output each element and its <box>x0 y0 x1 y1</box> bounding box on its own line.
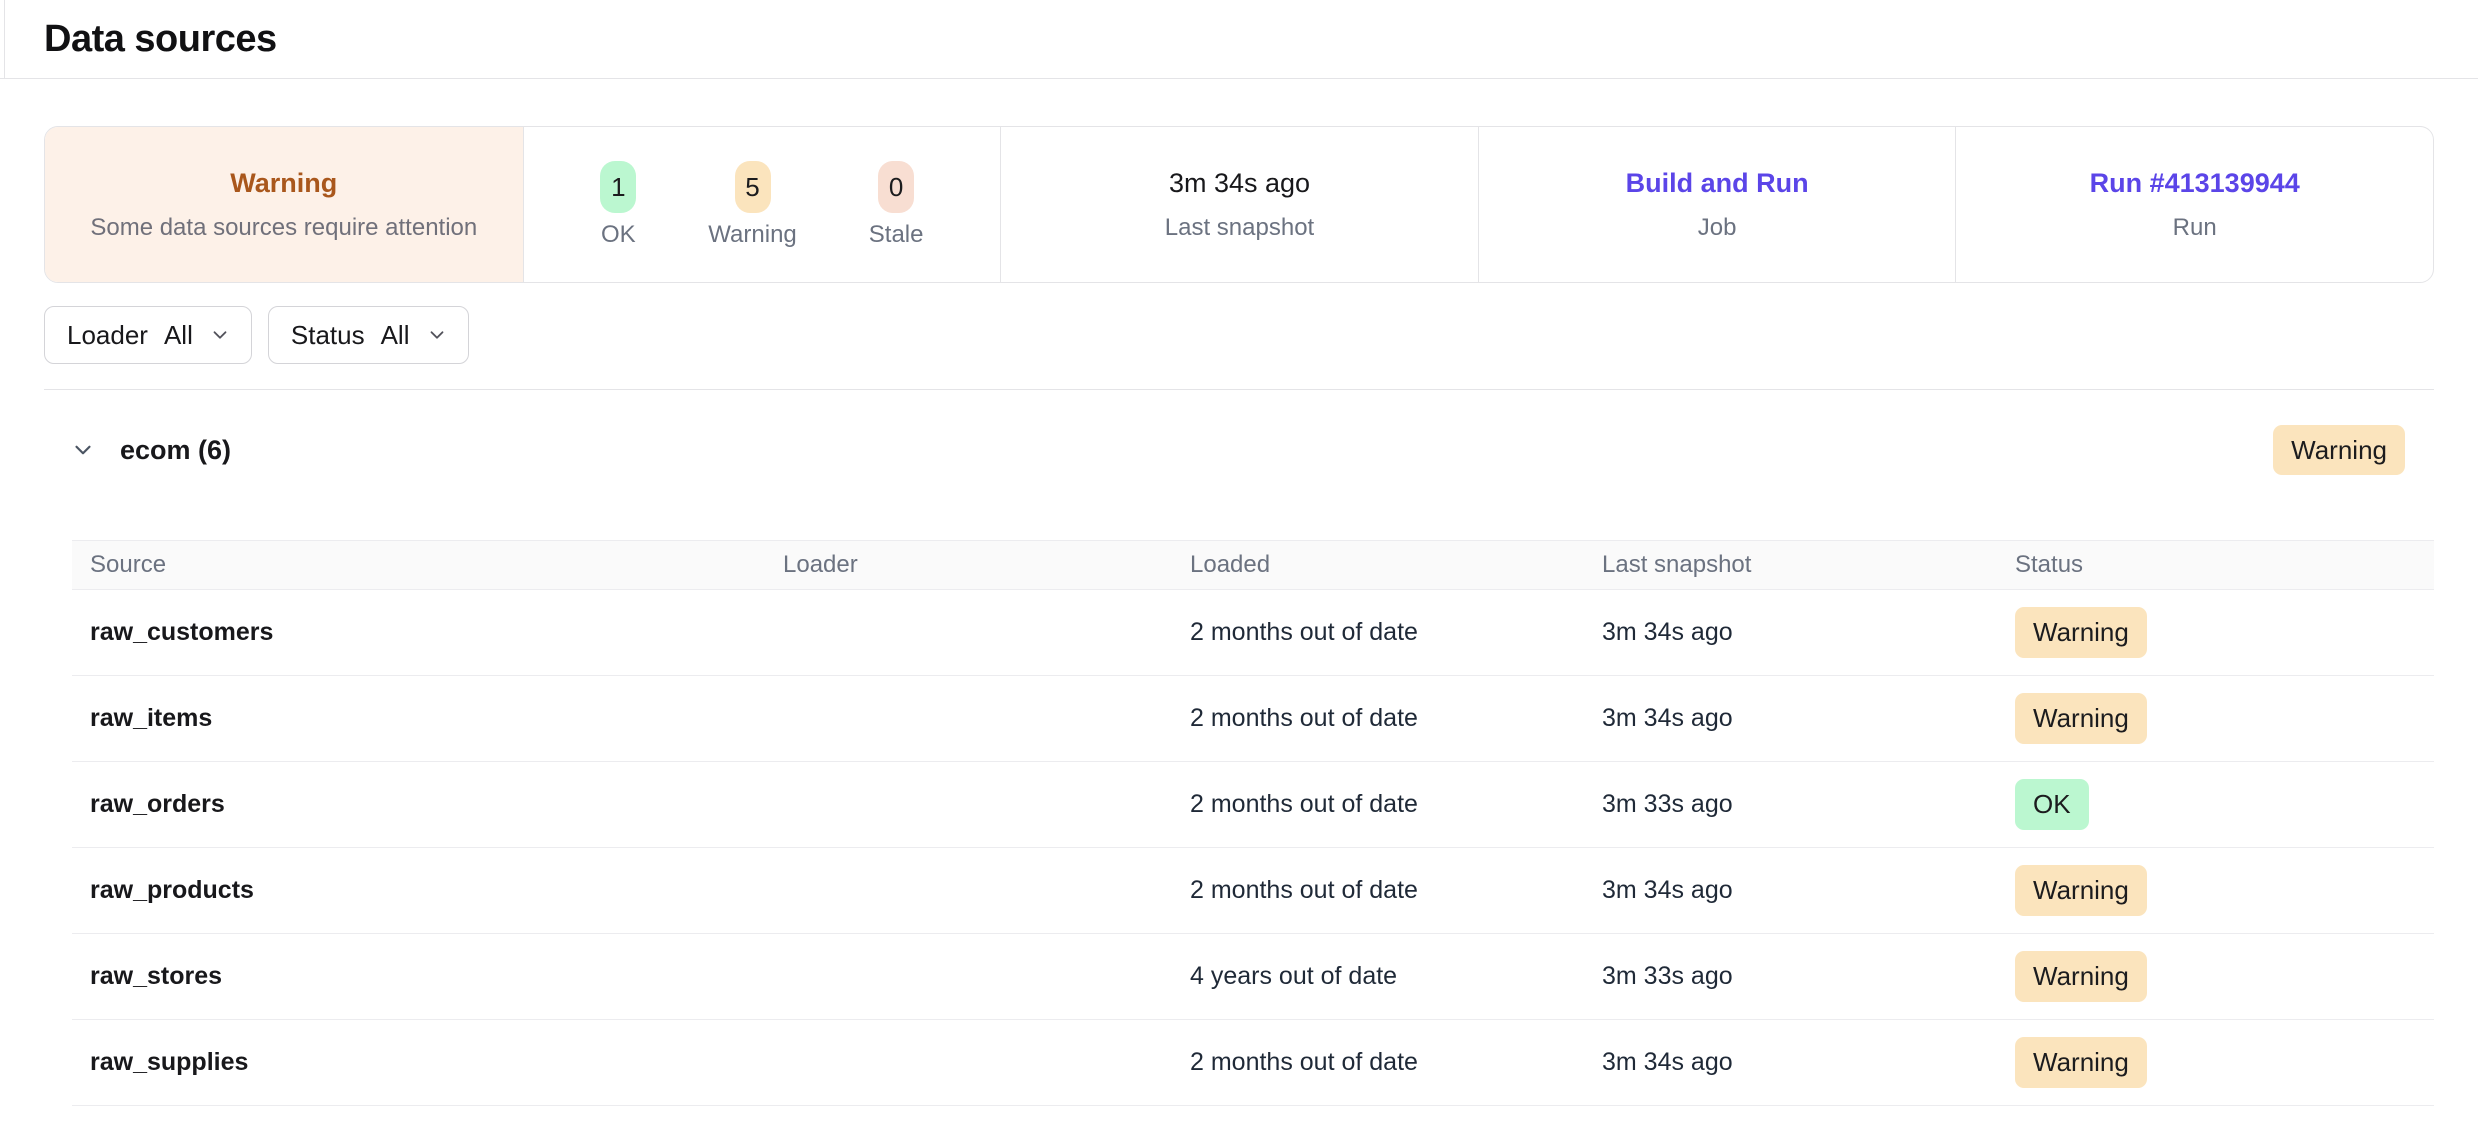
cell-status: Warning <box>1997 865 2434 916</box>
status-badge: OK <box>2015 779 2089 830</box>
cell-last-snapshot: 3m 33s ago <box>1584 790 1997 819</box>
chevron-down-icon[interactable] <box>70 437 96 463</box>
overall-status-title: Warning <box>230 168 337 199</box>
status-count: 0 Stale <box>869 161 924 249</box>
filter-bar: Loader All Status All <box>44 306 2434 364</box>
job-card: Build and Run Job <box>1478 127 1956 282</box>
cell-status: Warning <box>1997 607 2434 658</box>
job-label: Job <box>1698 214 1737 242</box>
cell-status: Warning <box>1997 693 2434 744</box>
last-snapshot-value: 3m 34s ago <box>1169 168 1310 199</box>
sidebar-edge-divider <box>4 0 5 79</box>
section-header-ecom[interactable]: ecom (6) Warning <box>44 420 2434 480</box>
status-count-label: Stale <box>869 221 924 249</box>
table-row[interactable]: raw_supplies 2 months out of date 3m 34s… <box>72 1020 2434 1106</box>
cell-loaded: 2 months out of date <box>1172 618 1584 647</box>
chevron-down-icon <box>209 324 231 346</box>
last-snapshot-label: Last snapshot <box>1165 214 1314 242</box>
column-header-loaded: Loaded <box>1172 551 1584 579</box>
cell-loaded: 2 months out of date <box>1172 1048 1584 1077</box>
cell-source: raw_stores <box>72 962 765 991</box>
filter-name: Status <box>291 320 365 351</box>
filter-value: All <box>381 320 410 351</box>
status-count: 1 OK <box>600 161 636 249</box>
status-badge: Warning <box>2015 607 2147 658</box>
cell-loaded: 2 months out of date <box>1172 876 1584 905</box>
status-count-badge: 0 <box>878 161 914 213</box>
page-header: Data sources <box>0 0 2478 79</box>
cell-last-snapshot: 3m 34s ago <box>1584 1048 1997 1077</box>
data-sources-page: Warning Some data sources require attent… <box>0 126 2478 1106</box>
page-title: Data sources <box>44 18 277 61</box>
status-badge: Warning <box>2015 693 2147 744</box>
column-header-source: Source <box>72 551 765 579</box>
run-card: Run #413139944 Run <box>1955 127 2433 282</box>
column-header-status: Status <box>1997 551 2434 579</box>
column-header-last-snapshot: Last snapshot <box>1584 551 1997 579</box>
overall-status-subtitle: Some data sources require attention <box>90 214 477 242</box>
data-sources-table: Source Loader Loaded Last snapshot Statu… <box>72 540 2434 1106</box>
filter-name: Loader <box>67 320 148 351</box>
chevron-down-icon <box>426 324 448 346</box>
cell-status: OK <box>1997 779 2434 830</box>
job-link[interactable]: Build and Run <box>1626 168 1809 199</box>
cell-loaded: 2 months out of date <box>1172 704 1584 733</box>
cell-status: Warning <box>1997 951 2434 1002</box>
overall-status-card: Warning Some data sources require attent… <box>45 127 523 282</box>
status-count-badge: 5 <box>735 161 771 213</box>
cell-status: Warning <box>1997 1037 2434 1088</box>
run-link[interactable]: Run #413139944 <box>2090 168 2300 199</box>
section-status-badge: Warning <box>2273 425 2405 476</box>
cell-last-snapshot: 3m 34s ago <box>1584 618 1997 647</box>
status-counts-card: 1 OK 5 Warning 0 Stale <box>523 127 1001 282</box>
table-row[interactable]: raw_stores 4 years out of date 3m 33s ag… <box>72 934 2434 1020</box>
status-count-badge: 1 <box>600 161 636 213</box>
cell-last-snapshot: 3m 34s ago <box>1584 704 1997 733</box>
table-header-row: Source Loader Loaded Last snapshot Statu… <box>72 540 2434 590</box>
cell-loaded: 2 months out of date <box>1172 790 1584 819</box>
status-badge: Warning <box>2015 865 2147 916</box>
status-badge: Warning <box>2015 1037 2147 1088</box>
cell-source: raw_orders <box>72 790 765 819</box>
section-title: ecom (6) <box>120 435 231 466</box>
run-label: Run <box>2173 214 2217 242</box>
status-count: 5 Warning <box>708 161 796 249</box>
table-row[interactable]: raw_products 2 months out of date 3m 34s… <box>72 848 2434 934</box>
cell-source: raw_customers <box>72 618 765 647</box>
cell-source: raw_items <box>72 704 765 733</box>
filter-dropdown-status[interactable]: Status All <box>268 306 469 364</box>
filter-value: All <box>164 320 193 351</box>
table-body: raw_customers 2 months out of date 3m 34… <box>72 590 2434 1106</box>
status-badge: Warning <box>2015 951 2147 1002</box>
table-row[interactable]: raw_customers 2 months out of date 3m 34… <box>72 590 2434 676</box>
filters-divider <box>44 389 2434 390</box>
cell-source: raw_supplies <box>72 1048 765 1077</box>
cell-last-snapshot: 3m 33s ago <box>1584 962 1997 991</box>
summary-bar: Warning Some data sources require attent… <box>44 126 2434 283</box>
table-row[interactable]: raw_items 2 months out of date 3m 34s ag… <box>72 676 2434 762</box>
status-count-label: OK <box>601 221 636 249</box>
status-count-label: Warning <box>708 221 796 249</box>
cell-last-snapshot: 3m 34s ago <box>1584 876 1997 905</box>
filter-dropdown-loader[interactable]: Loader All <box>44 306 252 364</box>
column-header-loader: Loader <box>765 551 1172 579</box>
last-snapshot-card: 3m 34s ago Last snapshot <box>1000 127 1478 282</box>
cell-source: raw_products <box>72 876 765 905</box>
cell-loaded: 4 years out of date <box>1172 962 1584 991</box>
table-row[interactable]: raw_orders 2 months out of date 3m 33s a… <box>72 762 2434 848</box>
